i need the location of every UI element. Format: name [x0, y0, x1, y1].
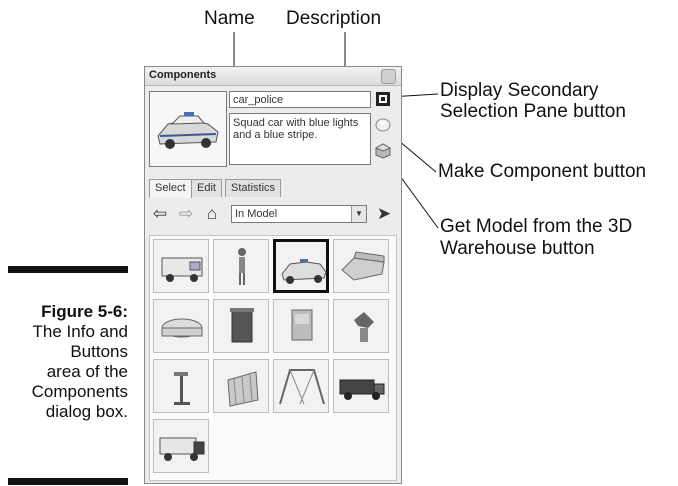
name-field[interactable]: car_police — [229, 91, 371, 108]
close-button[interactable] — [381, 69, 396, 84]
description-field[interactable]: Squad car with blue lights and a blue st… — [229, 113, 371, 165]
component-thumbnail[interactable] — [273, 239, 329, 293]
caption-line: Components — [31, 382, 128, 401]
trash-bin-icon — [230, 308, 254, 343]
component-thumbnail[interactable] — [273, 359, 329, 413]
component-thumbnail[interactable] — [153, 239, 209, 293]
sofa-icon — [341, 251, 385, 281]
police-car-icon — [281, 259, 327, 284]
component-preview — [149, 91, 227, 167]
component-thumbnail[interactable] — [333, 299, 389, 353]
tub-icon — [161, 318, 203, 338]
tab-edit[interactable]: Edit — [191, 179, 222, 197]
plant-icon — [354, 312, 374, 342]
details-arrow-icon[interactable]: ➤ — [375, 205, 393, 223]
dialog-title: Components — [149, 69, 217, 81]
figure-caption: Figure 5-6: The Info and Buttons area of… — [0, 302, 128, 422]
back-arrow-icon[interactable]: ⇦ — [151, 205, 169, 223]
person-icon — [238, 248, 246, 285]
make-component-button[interactable] — [375, 117, 391, 133]
swing-set-icon — [279, 369, 325, 405]
component-thumbnail[interactable] — [273, 299, 329, 353]
component-thumbnail[interactable] — [213, 299, 269, 353]
navigation-row: ⇦ ⇨ ⌂ In Model ▼ ➤ — [149, 203, 397, 225]
chevron-down-icon[interactable]: ▼ — [351, 206, 366, 222]
make-component-icon — [375, 118, 391, 132]
component-thumbnail[interactable] — [213, 239, 269, 293]
fire-truck-icon — [159, 437, 205, 461]
radiator-icon — [227, 371, 259, 407]
warehouse-icon — [374, 143, 392, 159]
home-icon[interactable]: ⌂ — [203, 205, 221, 223]
street-lamp-icon — [174, 372, 190, 405]
components-dialog: Components car_police Squad car with blu… — [144, 66, 402, 484]
forward-arrow-icon[interactable]: ⇨ — [177, 205, 195, 223]
caption-line: The Info and — [32, 322, 128, 341]
tab-select[interactable]: Select — [149, 179, 192, 198]
caption-bar-bottom — [8, 478, 128, 485]
police-car-icon — [157, 112, 219, 149]
caption-line: dialog box. — [45, 402, 128, 421]
get-model-button[interactable] — [374, 143, 392, 159]
component-thumbnail[interactable] — [333, 239, 389, 293]
cabinet-icon — [291, 309, 313, 341]
component-thumbnail[interactable] — [153, 299, 209, 353]
tab-statistics[interactable]: Statistics — [225, 179, 282, 197]
ambulance-icon — [161, 257, 203, 282]
caption-line: Buttons — [70, 342, 128, 361]
caption-bar-top — [8, 266, 128, 273]
display-secondary-pane-button[interactable] — [375, 91, 391, 107]
component-thumbnail[interactable] — [333, 359, 389, 413]
component-thumbnail[interactable] — [153, 419, 209, 473]
collection-select[interactable]: In Model ▼ — [231, 205, 367, 223]
components-grid — [149, 235, 397, 481]
collection-select-value: In Model — [235, 208, 278, 220]
caption-label: Figure 5-6: — [41, 302, 128, 321]
component-thumbnail[interactable] — [153, 359, 209, 413]
component-thumbnail[interactable] — [213, 359, 269, 413]
dialog-titlebar[interactable]: Components — [145, 67, 401, 86]
secondary-pane-icon — [376, 92, 390, 106]
caption-line: area of the — [46, 362, 128, 381]
truck-icon — [339, 379, 385, 400]
